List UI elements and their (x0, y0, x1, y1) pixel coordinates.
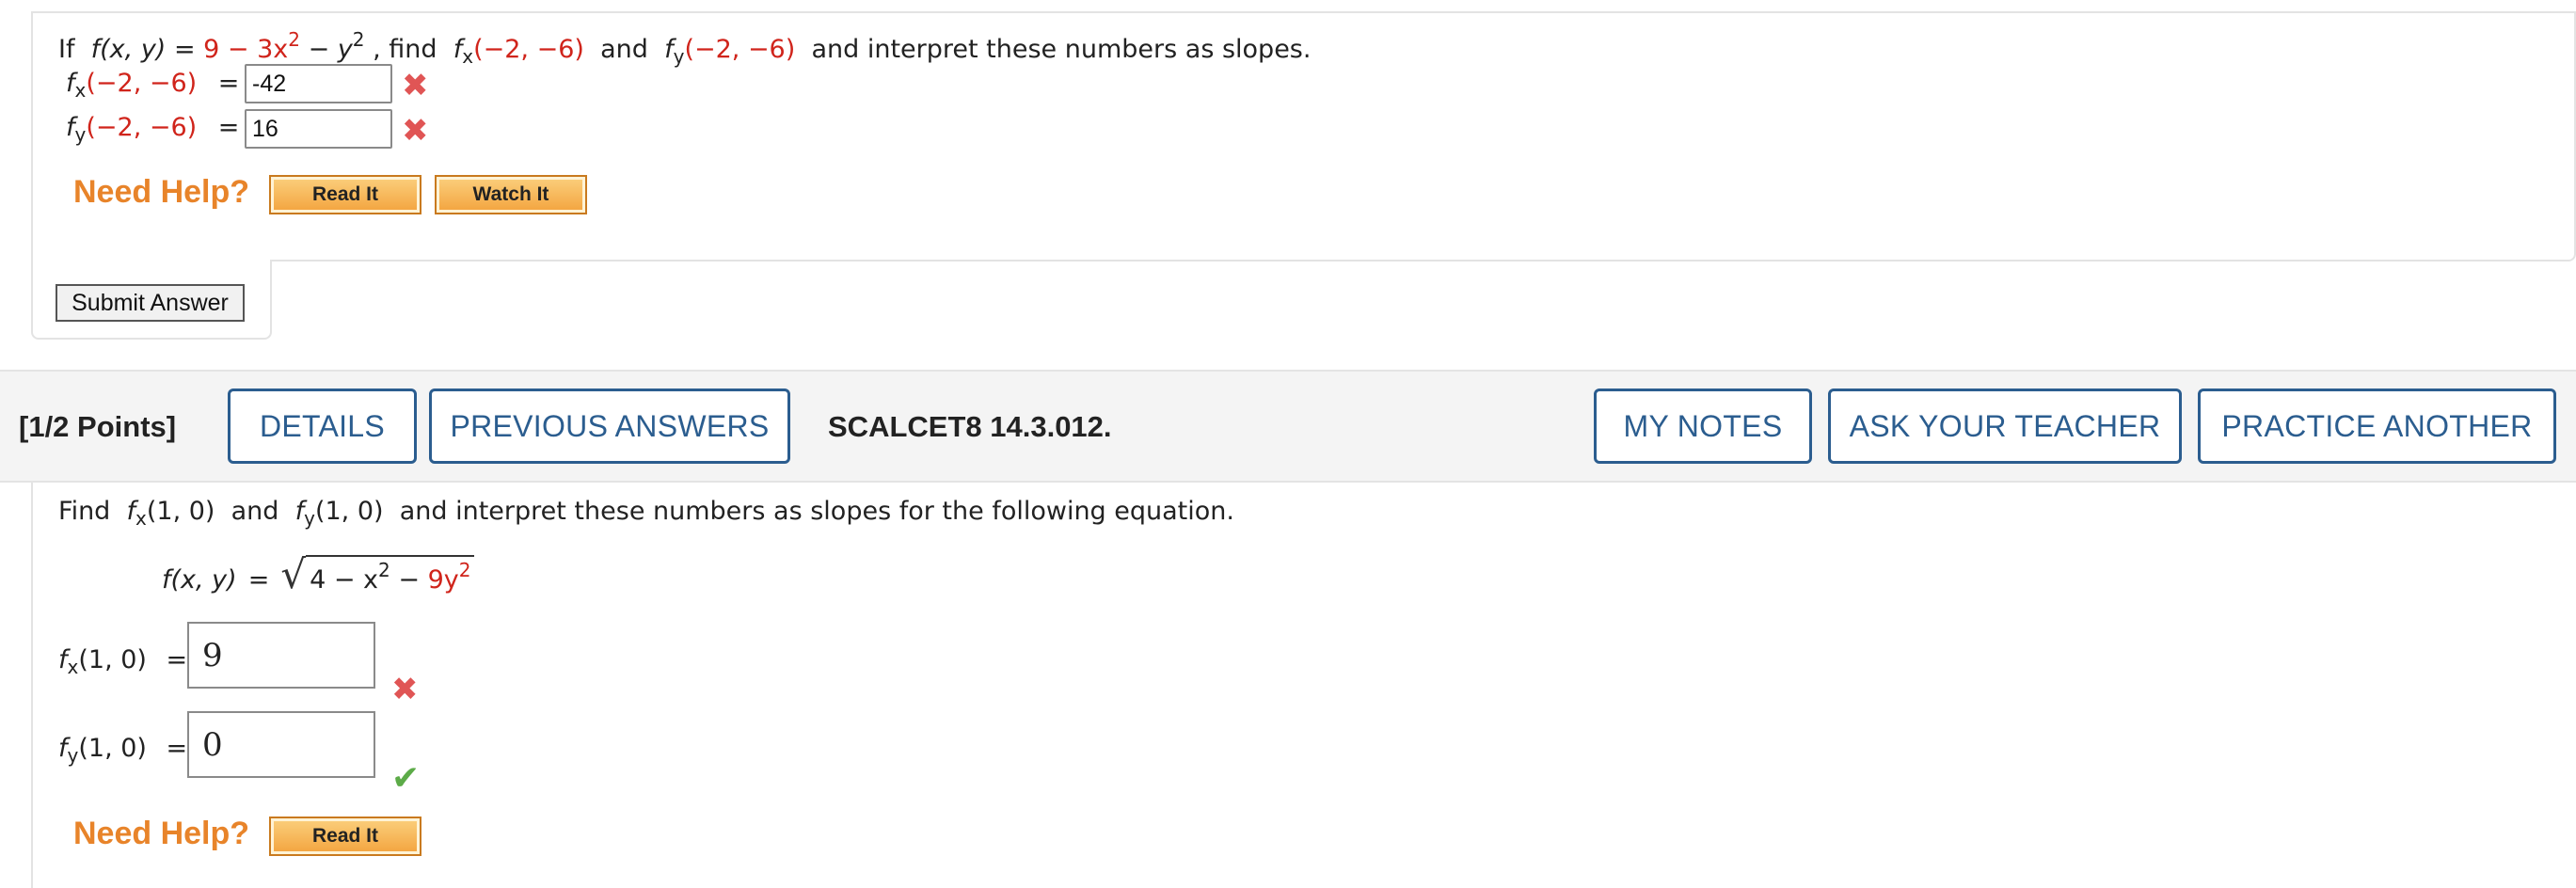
need-help-label: Need Help? (73, 174, 250, 210)
check-mark-icon: ✔ (391, 759, 421, 798)
my-notes-button[interactable]: MY NOTES (1594, 388, 1812, 464)
question-1-prompt: If f(x, y) = 9 − 3x2 − y2 , find fx(−2, … (58, 28, 1312, 68)
submit-answer-button[interactable]: Submit Answer (56, 284, 245, 322)
x-mark-icon: ✖ (402, 112, 429, 150)
q2-fy-label: fy(1, 0) = (58, 734, 188, 767)
q2-fx-answer-input[interactable]: 9 (187, 622, 375, 689)
ask-your-teacher-button[interactable]: ASK YOUR TEACHER (1828, 388, 2182, 464)
equation: f(x, y) = √ 4 − x2 − 9y2 (162, 555, 475, 595)
watch-it-button[interactable]: Watch It (435, 175, 587, 214)
points-label: [1/2 Points] (19, 410, 177, 443)
q2-fy-answer-input[interactable]: 0 (187, 711, 375, 778)
details-button[interactable]: DETAILS (228, 388, 417, 464)
x-mark-icon: ✖ (402, 67, 429, 104)
question-2-prompt: Find fx(1, 0) and fy(1, 0) and interpret… (58, 497, 1234, 530)
x-mark-icon: ✖ (391, 671, 419, 708)
q1-fy-label: fy(−2, −6) = (66, 113, 240, 146)
problem-reference: SCALCET8 14.3.012. (828, 410, 1112, 443)
q1-fx-answer-input[interactable]: -42 (245, 64, 392, 103)
practice-another-button[interactable]: PRACTICE ANOTHER (2198, 388, 2556, 464)
square-root: √ 4 − x2 − 9y2 (280, 555, 475, 595)
need-help-label: Need Help? (73, 816, 250, 851)
q2-fx-label: fx(1, 0) = (58, 645, 188, 678)
q1-fy-answer-input[interactable]: 16 (245, 109, 392, 149)
previous-answers-button[interactable]: PREVIOUS ANSWERS (429, 388, 790, 464)
read-it-button[interactable]: Read It (269, 175, 421, 214)
q1-fx-label: fx(−2, −6) = (66, 69, 240, 102)
read-it-button[interactable]: Read It (269, 817, 421, 856)
